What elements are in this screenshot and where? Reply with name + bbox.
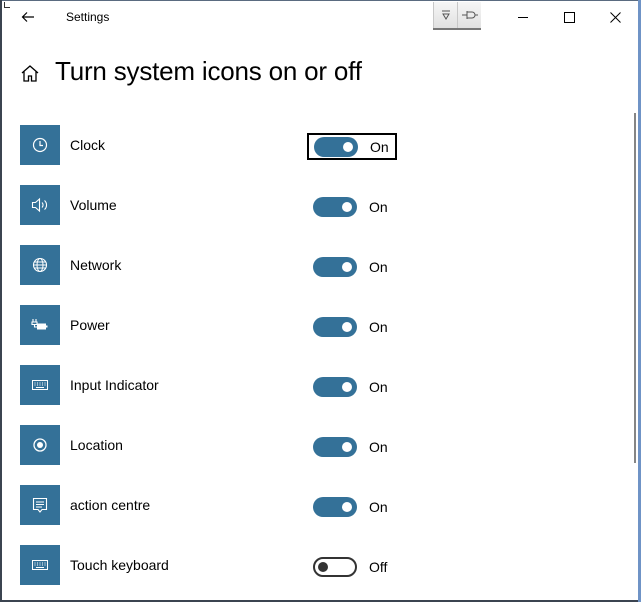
- toggle-knob: [318, 561, 328, 572]
- toggle-knob: [342, 501, 352, 512]
- power-battery-icon: [31, 319, 48, 330]
- toggle-state: Off: [369, 558, 388, 575]
- list-item-touch-keyboard: Touch keyboard Off: [2, 545, 602, 585]
- touch-keyboard-toggle[interactable]: Off: [307, 553, 397, 580]
- item-label: action centre: [70, 497, 151, 513]
- item-label: Power: [70, 317, 110, 333]
- list-item-clock: Clock On: [2, 125, 602, 165]
- list-item-volume: Volume On: [2, 185, 602, 225]
- home-icon: [21, 65, 39, 82]
- icon-tile: [20, 425, 60, 465]
- toggle-switch[interactable]: [313, 256, 357, 277]
- item-label: Network: [70, 257, 122, 273]
- toggle-switch[interactable]: [313, 496, 357, 517]
- icon-tile: [20, 185, 60, 225]
- expand-down-button[interactable]: [433, 2, 457, 28]
- list-item-power: Power On: [2, 305, 602, 345]
- icon-tile: [20, 485, 60, 525]
- close-button[interactable]: [592, 0, 638, 34]
- toggle-state: On: [369, 258, 388, 275]
- toggle-switch[interactable]: [313, 556, 357, 577]
- list-item-network: Network On: [2, 245, 602, 285]
- item-label: Clock: [70, 137, 106, 153]
- toggle-state: On: [369, 438, 388, 455]
- icon-tile: [20, 305, 60, 345]
- maximize-button[interactable]: [546, 0, 592, 34]
- toggle-state: On: [369, 378, 388, 395]
- list-item-input-indicator: Input Indicator On: [2, 365, 602, 405]
- toggle-state: On: [369, 318, 388, 335]
- volume-toggle[interactable]: On: [307, 193, 397, 220]
- toggle-knob: [342, 441, 352, 452]
- close-icon: [609, 11, 621, 23]
- expand-down-icon: [441, 10, 450, 20]
- toggle-knob: [342, 201, 352, 212]
- pin-icon: [461, 11, 478, 19]
- settings-window: Settings Turn system icons on or off Clo…: [0, 0, 641, 602]
- item-label: Touch keyboard: [70, 557, 169, 573]
- toggle-knob: [342, 321, 352, 332]
- network-globe-icon: [32, 257, 48, 273]
- list-item-location: Location On: [2, 425, 602, 465]
- toggle-state: On: [369, 198, 388, 215]
- location-toggle[interactable]: On: [307, 433, 397, 460]
- input-indicator-toggle[interactable]: On: [307, 373, 397, 400]
- extension-buttons: [433, 2, 481, 30]
- back-arrow-icon: [21, 12, 34, 22]
- item-label: Location: [70, 437, 123, 453]
- page-title: Turn system icons on or off: [55, 56, 362, 86]
- toggle-switch[interactable]: [313, 316, 357, 337]
- icon-tile: [20, 545, 60, 585]
- pin-button[interactable]: [457, 2, 481, 28]
- toggle-knob: [342, 381, 352, 392]
- vertical-scrollbar[interactable]: [634, 113, 636, 463]
- back-button[interactable]: [14, 4, 42, 30]
- minimize-button[interactable]: [500, 0, 546, 34]
- clock-icon: [32, 137, 48, 153]
- item-label: Input Indicator: [70, 377, 159, 393]
- toggle-knob: [342, 261, 352, 272]
- maximize-icon: [563, 11, 575, 23]
- title-bar: Settings: [2, 0, 640, 34]
- item-label: Volume: [70, 197, 117, 213]
- power-toggle[interactable]: On: [307, 313, 397, 340]
- toggle-switch[interactable]: [313, 376, 357, 397]
- toggle-switch[interactable]: [313, 436, 357, 457]
- toggle-switch[interactable]: [313, 196, 357, 217]
- touch-keyboard-icon: [32, 560, 48, 570]
- location-icon: [33, 438, 47, 452]
- toggle-state: On: [370, 138, 389, 155]
- toggle-knob: [343, 141, 353, 152]
- list-item-action-centre: action centre On: [2, 485, 602, 525]
- icon-tile: [20, 125, 60, 165]
- network-toggle[interactable]: On: [307, 253, 397, 280]
- action-centre-icon: [32, 497, 48, 513]
- volume-icon: [31, 197, 47, 213]
- minimize-icon: [517, 16, 528, 18]
- keyboard-icon: [32, 380, 48, 390]
- clock-toggle[interactable]: On: [307, 133, 397, 160]
- icon-tile: [20, 365, 60, 405]
- page-header: Turn system icons on or off: [2, 52, 602, 96]
- toggle-switch[interactable]: [314, 136, 358, 157]
- toggle-state: On: [369, 498, 388, 515]
- action-centre-toggle[interactable]: On: [307, 493, 397, 520]
- icon-tile: [20, 245, 60, 285]
- window-title: Settings: [66, 10, 110, 24]
